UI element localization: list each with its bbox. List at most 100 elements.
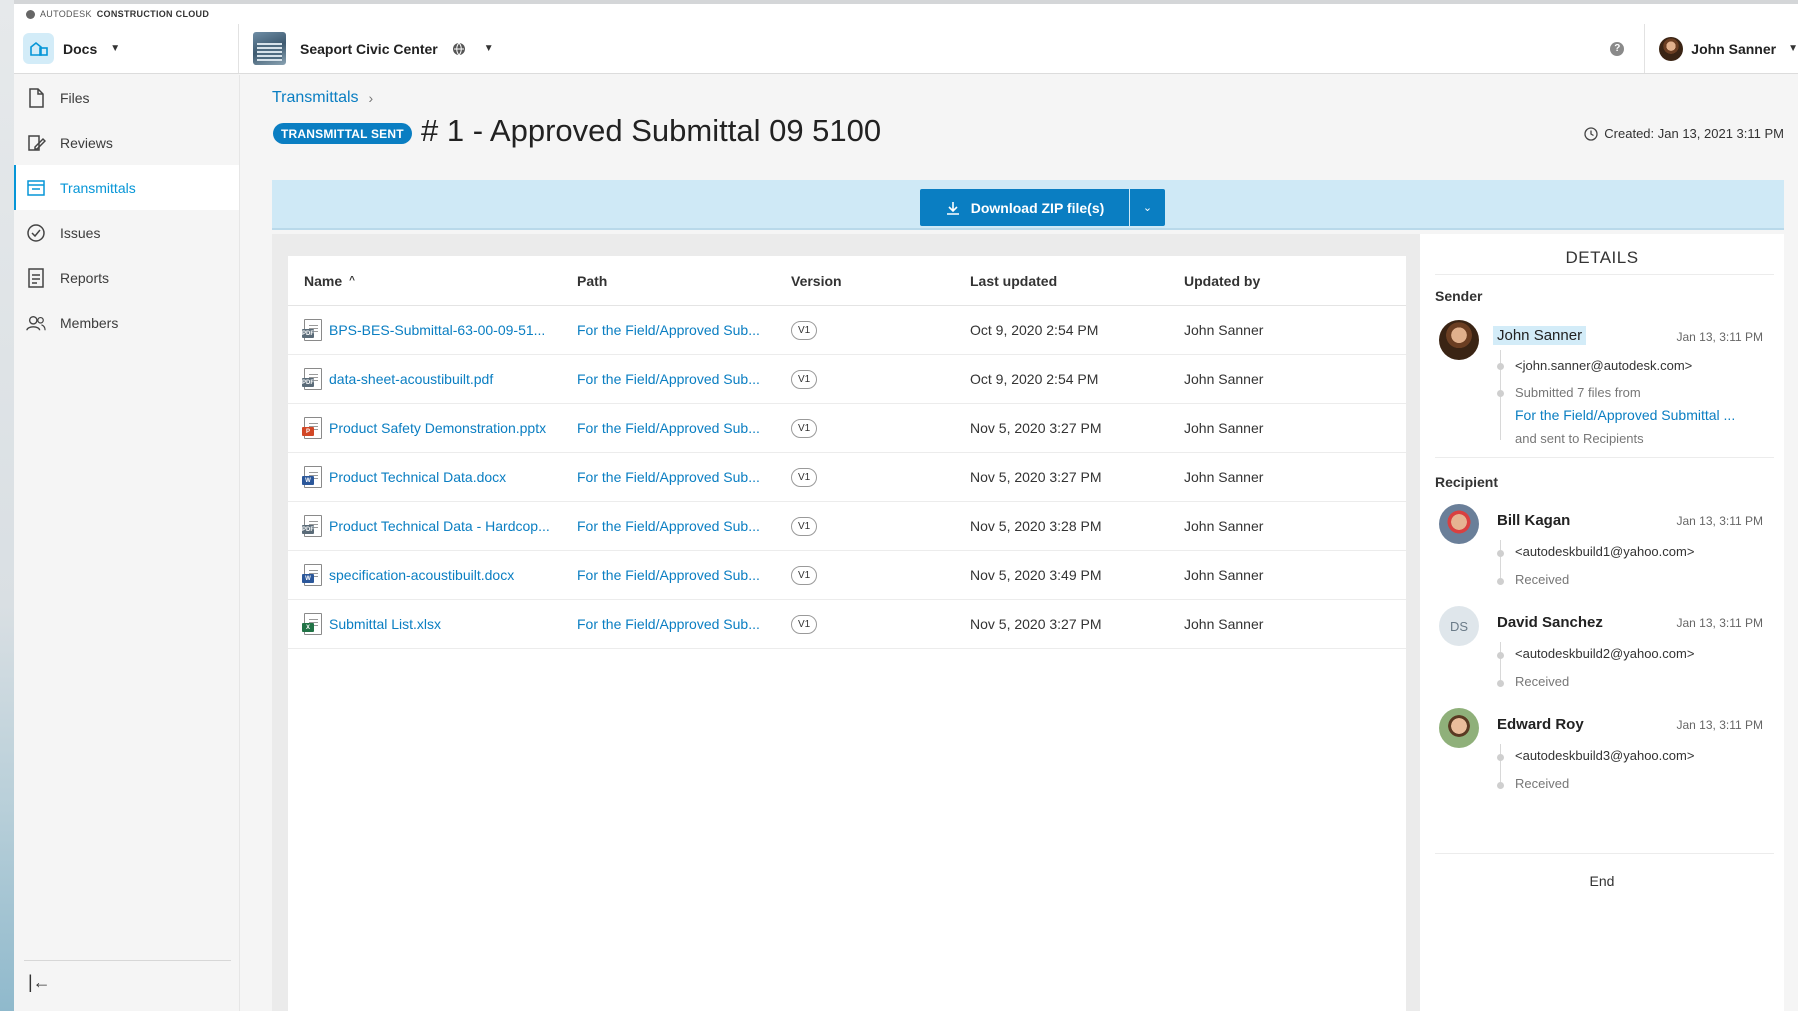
timeline-dot <box>1497 652 1504 659</box>
sender-entry: John Sanner Jan 13, 3:11 PM <john.sanner… <box>1435 320 1765 450</box>
recipient-date: Jan 13, 3:11 PM <box>1676 718 1764 732</box>
brand-suffix: CONSTRUCTION CLOUD <box>96 9 210 19</box>
table-row[interactable]: X Submittal List.xlsx For the Field/Approv… <box>288 600 1406 649</box>
download-icon <box>946 201 959 215</box>
avatar <box>1439 320 1479 360</box>
download-label: Download ZIP file(s) <box>970 199 1105 216</box>
last-updated-cell: Nov 5, 2020 3:28 PM <box>970 518 1102 534</box>
sidebar-item-label: Members <box>60 314 119 331</box>
avatar-initials: DS <box>1439 606 1479 646</box>
timeline-dot <box>1497 754 1504 761</box>
divider <box>1435 274 1774 275</box>
download-zip-button[interactable]: Download ZIP file(s) <box>920 189 1129 226</box>
file-name-cell: Wspecification-acoustibuilt.docx <box>288 564 577 586</box>
last-updated-cell: Nov 5, 2020 3:27 PM <box>970 616 1102 632</box>
version-badge[interactable]: V1 <box>791 321 818 340</box>
file-path-link[interactable]: For the Field/Approved Sub... <box>577 371 760 387</box>
recipient-entry: Edward Roy Jan 13, 3:11 PM <autodeskbuil… <box>1435 708 1765 796</box>
files-table: Name ^ Path Version Last updated Updated … <box>288 256 1406 1011</box>
version-badge[interactable]: V1 <box>791 468 818 487</box>
brand-bar: AUTODESK CONSTRUCTION CLOUD <box>14 4 1798 24</box>
recipient-name: David Sanchez <box>1497 614 1603 631</box>
recipient-label: Recipient <box>1435 474 1499 490</box>
project-selector[interactable]: Seaport Civic Center ▼ <box>239 24 494 73</box>
updated-by-cell: John Sanner <box>1184 567 1264 583</box>
source-folder-link[interactable]: For the Field/Approved Submittal ... <box>1515 407 1735 423</box>
column-header-updated[interactable]: Last updated <box>970 273 1184 289</box>
sender-date: Jan 13, 3:11 PM <box>1676 330 1764 344</box>
updated-by-cell: John Sanner <box>1184 420 1264 436</box>
version-badge[interactable]: V1 <box>791 419 818 438</box>
updated-by-cell: John Sanner <box>1184 469 1264 485</box>
last-updated-cell: Oct 9, 2020 2:54 PM <box>970 371 1099 387</box>
screen-left-edge <box>0 0 14 1011</box>
created-timestamp: Created: Jan 13, 2021 3:11 PM <box>1584 126 1784 141</box>
recipient-entry: DS David Sanchez Jan 13, 3:11 PM <autode… <box>1435 606 1765 694</box>
column-header-updated-by[interactable]: Updated by <box>1184 273 1384 289</box>
sidebar-item-transmittals[interactable]: Transmittals <box>14 165 239 210</box>
column-header-name[interactable]: Name ^ <box>288 273 577 289</box>
last-updated-cell: Nov 5, 2020 3:27 PM <box>970 420 1102 436</box>
file-name-link[interactable]: Product Technical Data - Hardcop... <box>329 518 550 534</box>
sort-ascending-icon: ^ <box>349 275 355 286</box>
table-row[interactable]: PDF data-sheet-acoustibuilt.pdf For the Fi… <box>288 355 1406 404</box>
timeline-dot <box>1497 680 1504 687</box>
chevron-down-icon: ▼ <box>1788 43 1798 54</box>
timeline-dot <box>1497 578 1504 585</box>
table-row[interactable]: Wspecification-acoustibuilt.docx For the … <box>288 551 1406 600</box>
version-badge[interactable]: V1 <box>791 566 818 585</box>
module-switcher[interactable]: Docs ▼ <box>14 24 239 73</box>
sidebar-item-reviews[interactable]: Reviews <box>14 120 239 165</box>
sidebar-item-issues[interactable]: Issues <box>14 210 239 255</box>
version-badge[interactable]: V1 <box>791 615 818 634</box>
version-badge[interactable]: V1 <box>791 517 818 536</box>
divider <box>1435 457 1774 458</box>
timeline-dot <box>1497 782 1504 789</box>
top-header: Docs ▼ Seaport Civic Center ▼ ? John San… <box>14 24 1798 74</box>
table-row[interactable]: P Product Safety Demonstration.pptx For th… <box>288 404 1406 453</box>
help-icon[interactable]: ? <box>1610 41 1625 56</box>
docx-file-icon: W <box>302 564 322 586</box>
recipient-date: Jan 13, 3:11 PM <box>1676 616 1764 630</box>
autodesk-logo-icon <box>26 9 35 19</box>
file-name-link[interactable]: Product Technical Data.docx <box>329 469 506 485</box>
chevron-down-icon: ▼ <box>483 43 494 54</box>
column-header-path[interactable]: Path <box>577 273 791 289</box>
user-menu[interactable]: John Sanner ▼ <box>1644 24 1798 73</box>
updated-by-cell: John Sanner <box>1184 616 1264 632</box>
table-row[interactable]: PDF Product Technical Data - Hardcop... Fo… <box>288 502 1406 551</box>
file-path-link[interactable]: For the Field/Approved Sub... <box>577 567 760 583</box>
file-name-link[interactable]: data-sheet-acoustibuilt.pdf <box>329 371 493 387</box>
download-options-button[interactable]: ⌄ <box>1130 189 1165 226</box>
file-name-link[interactable]: specification-acoustibuilt.docx <box>329 567 514 583</box>
file-path-link[interactable]: For the Field/Approved Sub... <box>577 616 760 632</box>
reviews-icon <box>26 133 46 153</box>
table-header: Name ^ Path Version Last updated Updated … <box>288 256 1406 306</box>
clock-icon <box>1584 126 1598 141</box>
file-path-link[interactable]: For the Field/Approved Sub... <box>577 420 760 436</box>
file-name-link[interactable]: Product Safety Demonstration.pptx <box>329 420 546 436</box>
last-updated-cell: Nov 5, 2020 3:49 PM <box>970 567 1102 583</box>
file-path-link[interactable]: For the Field/Approved Sub... <box>577 322 760 338</box>
breadcrumb-transmittals-link[interactable]: Transmittals <box>272 89 359 107</box>
page-title: # 1 - Approved Submittal 09 5100 <box>421 113 882 148</box>
breadcrumb: Transmittals › <box>272 89 373 107</box>
file-name-cell: P Product Safety Demonstration.pptx <box>288 417 577 439</box>
sidebar-item-files[interactable]: Files <box>14 75 239 120</box>
divider <box>1435 853 1774 854</box>
file-name-link[interactable]: Submittal List.xlsx <box>329 616 441 632</box>
details-panel: DETAILS Sender John Sanner Jan 13, 3:11 … <box>1420 234 1784 1011</box>
version-badge[interactable]: V1 <box>791 370 818 389</box>
collapse-sidebar-icon[interactable]: |← <box>28 972 51 993</box>
file-name-link[interactable]: BPS-BES-Submittal-63-00-09-51... <box>329 322 545 338</box>
last-updated-cell: Oct 9, 2020 2:54 PM <box>970 322 1099 338</box>
table-row[interactable]: W Product Technical Data.docx For the Fiel… <box>288 453 1406 502</box>
updated-by-cell: John Sanner <box>1184 371 1264 387</box>
sidebar-item-reports[interactable]: Reports <box>14 255 239 300</box>
status-badge: TRANSMITTAL SENT <box>273 123 412 144</box>
column-header-version[interactable]: Version <box>791 273 970 289</box>
file-path-link[interactable]: For the Field/Approved Sub... <box>577 469 760 485</box>
sidebar-item-members[interactable]: Members <box>14 300 239 345</box>
file-path-link[interactable]: For the Field/Approved Sub... <box>577 518 760 534</box>
table-row[interactable]: PDF BPS-BES-Submittal-63-00-09-51... For t… <box>288 306 1406 355</box>
